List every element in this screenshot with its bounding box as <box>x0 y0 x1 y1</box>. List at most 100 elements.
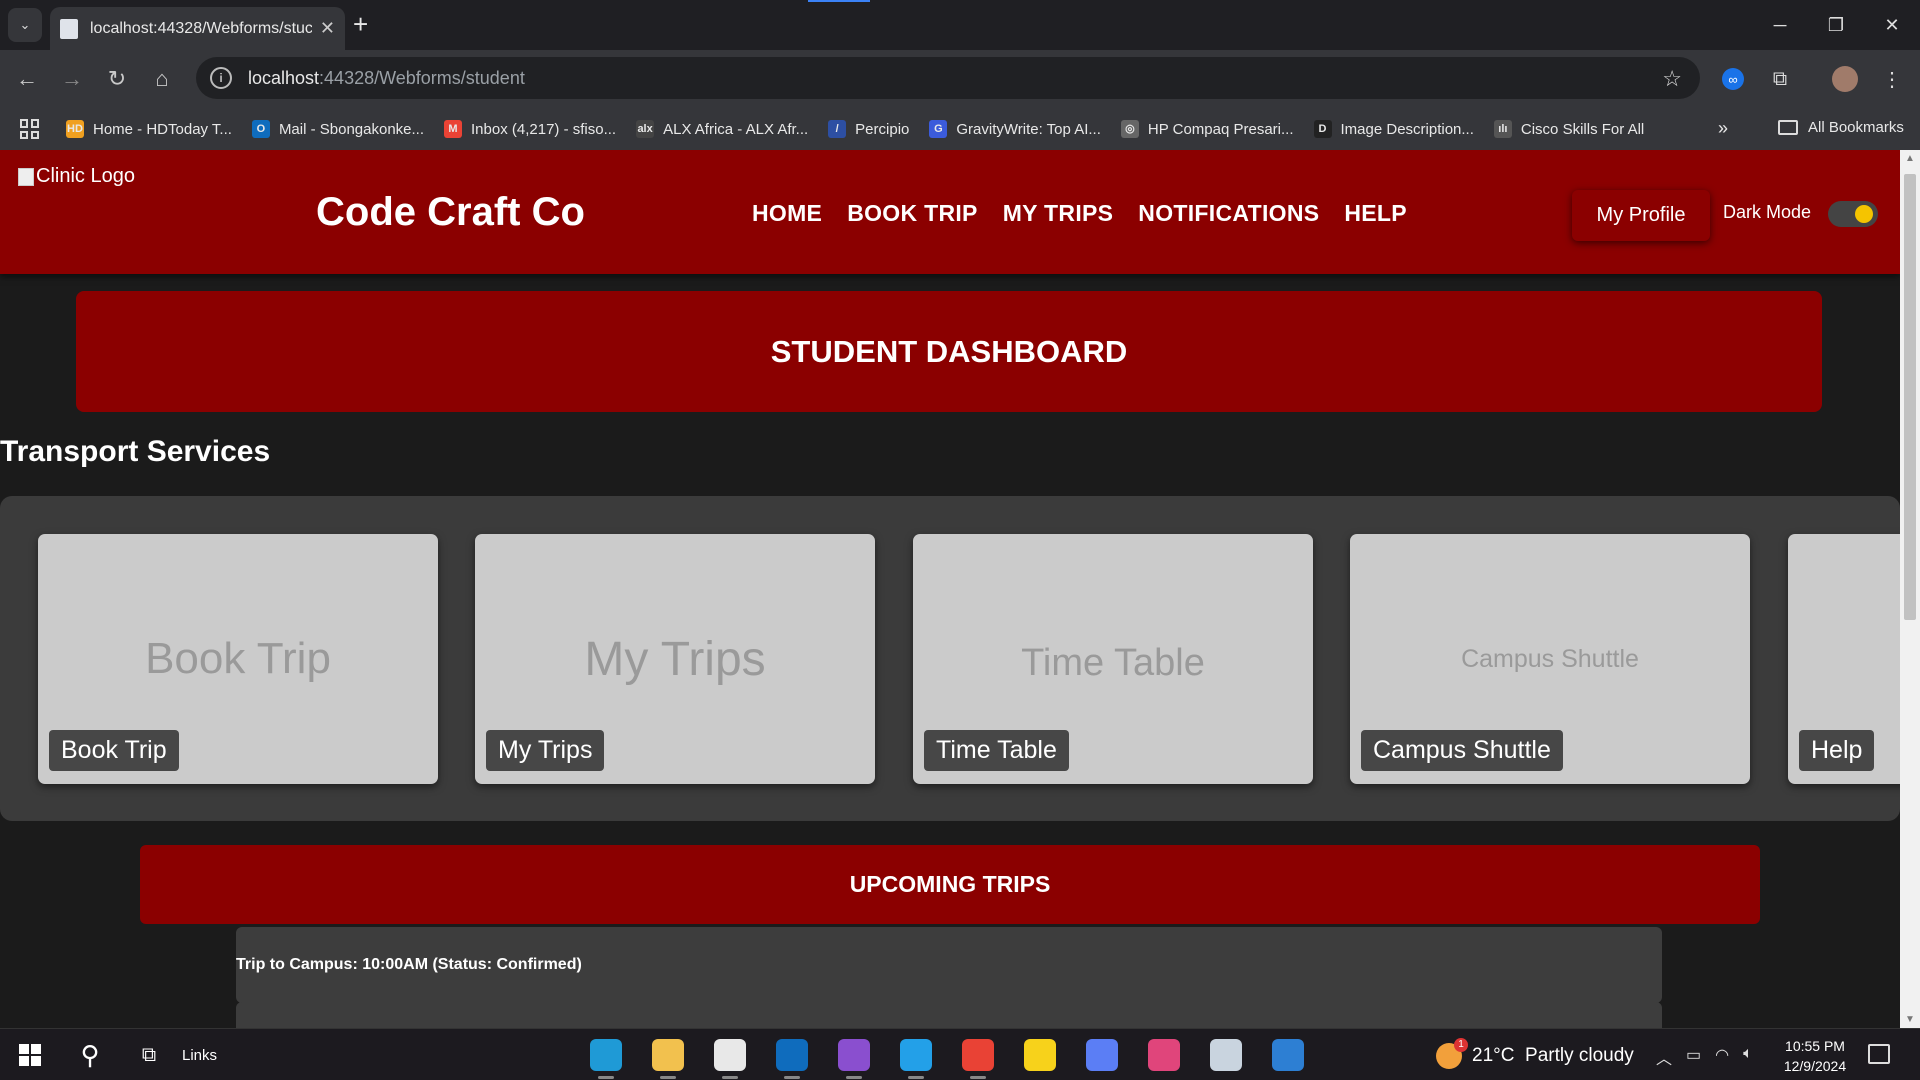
running-indicator <box>598 1076 614 1079</box>
windows-start-icon[interactable] <box>14 1039 46 1071</box>
scrollbar-thumb[interactable] <box>1904 174 1916 620</box>
battery-icon[interactable]: ▭ <box>1686 1045 1701 1069</box>
extensions-puzzle-icon[interactable]: ⧉ <box>1766 65 1794 93</box>
nav-home[interactable]: HOME <box>752 200 822 227</box>
vscode-icon[interactable] <box>900 1039 932 1079</box>
bookmark-label: HP Compaq Presari... <box>1147 120 1294 138</box>
printer-app-icon[interactable] <box>1210 1039 1242 1071</box>
sticky-notes-icon[interactable] <box>1024 1039 1056 1071</box>
tab-title: localhost:44328/Webforms/stuc <box>90 19 312 37</box>
nav-help[interactable]: HELP <box>1344 200 1407 227</box>
running-indicator <box>784 1076 800 1079</box>
service-card-my-trips[interactable]: My Trips My Trips <box>475 534 875 784</box>
new-tab-button[interactable]: + <box>353 10 368 38</box>
reload-icon[interactable]: ↻ <box>102 64 132 94</box>
browser-toolbar: ← → ↻ ⌂ i localhost:44328/Webforms/stude… <box>0 50 1920 108</box>
bookmark-star-icon[interactable]: ☆ <box>1662 66 1682 92</box>
back-arrow-icon[interactable]: ← <box>12 64 42 94</box>
bookmark-item[interactable]: HD Home - HDToday T... <box>66 120 232 138</box>
weather-badge: 1 <box>1454 1038 1468 1052</box>
photos-icon[interactable] <box>1272 1039 1304 1071</box>
bookmark-favicon-icon: alx <box>636 120 655 138</box>
upcoming-trips-title: UPCOMING TRIPS <box>140 845 1760 924</box>
broken-image-icon <box>18 167 34 186</box>
all-bookmarks-label: All Bookmarks <box>1808 119 1904 136</box>
service-card-campus-shuttle[interactable]: Campus Shuttle Campus Shuttle <box>1350 534 1750 784</box>
restore-icon[interactable]: ❐ <box>1808 0 1864 50</box>
tab-search-button[interactable]: ⌄ <box>8 8 42 42</box>
brand-name: Code Craft Co <box>316 190 585 234</box>
running-indicator <box>908 1076 924 1079</box>
visual-studio-icon[interactable] <box>838 1039 870 1079</box>
snipping-tool-icon[interactable] <box>1148 1039 1180 1071</box>
links-toolbar[interactable]: Links <box>182 1039 217 1071</box>
bookmark-item[interactable]: alx ALX Africa - ALX Afr... <box>636 120 808 138</box>
bookmark-item[interactable]: ◎ HP Compaq Presari... <box>1120 120 1294 138</box>
bookmark-item[interactable]: G GravityWrite: Top AI... <box>929 120 1101 138</box>
dashboard-title: STUDENT DASHBOARD <box>76 291 1822 412</box>
home-icon[interactable]: ⌂ <box>147 64 177 94</box>
service-card-time-table[interactable]: Time Table Time Table <box>913 534 1313 784</box>
browser-menu-icon[interactable]: ⋮ <box>1878 65 1906 93</box>
bookmark-item[interactable]: M Inbox (4,217) - sfiso... <box>444 120 616 138</box>
search-icon[interactable]: ⚲ <box>74 1039 106 1071</box>
bookmarks-bar: HD Home - HDToday T... O Mail - Sbongakonke… <box>0 108 1920 150</box>
profile-avatar[interactable] <box>1832 66 1858 92</box>
bookmark-favicon-icon: G <box>929 120 948 138</box>
loading-indicator <box>808 0 870 2</box>
notification-center-icon[interactable] <box>1868 1044 1890 1064</box>
more-bookmarks-icon[interactable]: » <box>1718 118 1728 139</box>
card-caption: Campus Shuttle <box>1361 730 1563 771</box>
scroll-up-icon[interactable]: ▲ <box>1905 153 1915 164</box>
bookmark-favicon-icon: ◎ <box>1120 120 1139 138</box>
bookmark-item[interactable]: ılı Cisco Skills For All <box>1493 120 1644 138</box>
my-profile-button[interactable]: My Profile <box>1572 190 1710 241</box>
bookmark-list: HD Home - HDToday T... O Mail - Sbongakonke… <box>66 120 1664 138</box>
wifi-icon[interactable]: ◠ <box>1715 1045 1729 1069</box>
nav-book-trip[interactable]: BOOK TRIP <box>847 200 977 227</box>
apps-grid-icon[interactable] <box>20 119 40 139</box>
weather-temp: 21°C <box>1472 1045 1515 1066</box>
browser-tab-active[interactable]: localhost:44328/Webforms/stuc ✕ <box>50 7 345 50</box>
window-controls: ─ ❐ ✕ <box>1752 0 1920 50</box>
all-bookmarks-button[interactable]: All Bookmarks <box>1778 119 1904 136</box>
system-clock[interactable]: 10:55 PM 12/9/2024 <box>1778 1036 1852 1076</box>
dark-mode-label: Dark Mode <box>1723 202 1812 222</box>
volume-icon[interactable]: 🔈︎ <box>1743 1045 1753 1069</box>
microsoft-store-icon[interactable] <box>714 1039 746 1079</box>
scroll-down-icon[interactable]: ▼ <box>1905 1014 1915 1025</box>
task-view-icon[interactable]: ⧉ <box>134 1039 164 1071</box>
bookmark-favicon-icon: / <box>828 120 847 138</box>
close-window-icon[interactable]: ✕ <box>1864 0 1920 50</box>
bookmark-label: GravityWrite: Top AI... <box>956 120 1101 138</box>
card-caption: My Trips <box>486 730 605 771</box>
weather-widget[interactable]: 1 21°C Partly cloudy <box>1436 1038 1634 1069</box>
clinic-logo[interactable]: Clinic Logo <box>18 165 135 188</box>
address-bar[interactable]: i localhost:44328/Webforms/student ☆ <box>196 57 1700 99</box>
extension-infinity-icon[interactable]: ∞ <box>1722 68 1744 90</box>
main-nav: HOME BOOK TRIP MY TRIPS NOTIFICATIONS HE… <box>752 200 1407 227</box>
service-card-help[interactable]: Help <box>1788 534 1900 784</box>
bookmark-label: Mail - Sbongakonke... <box>278 120 425 138</box>
card-caption: Book Trip <box>49 730 179 771</box>
running-indicator <box>722 1076 738 1079</box>
file-explorer-icon[interactable] <box>652 1039 684 1079</box>
forward-arrow-icon[interactable]: → <box>57 64 87 94</box>
bookmark-item[interactable]: O Mail - Sbongakonke... <box>251 120 425 138</box>
site-info-icon[interactable]: i <box>210 67 232 89</box>
outlook-icon[interactable] <box>776 1039 808 1079</box>
nav-my-trips[interactable]: MY TRIPS <box>1003 200 1114 227</box>
paint-icon[interactable] <box>1086 1039 1118 1071</box>
minimize-icon[interactable]: ─ <box>1752 0 1808 50</box>
edge-icon[interactable] <box>590 1039 622 1079</box>
service-card-book-trip[interactable]: Book Trip Book Trip <box>38 534 438 784</box>
bookmark-item[interactable]: / Percipio <box>828 120 909 138</box>
dark-mode-toggle[interactable] <box>1828 201 1878 227</box>
bookmark-item[interactable]: D Image Description... <box>1313 120 1474 138</box>
show-hidden-icons-icon[interactable]: ︿ <box>1656 1045 1672 1069</box>
nav-notifications[interactable]: NOTIFICATIONS <box>1138 200 1319 227</box>
bookmark-favicon-icon: O <box>251 120 270 138</box>
page-scrollbar[interactable]: ▲ ▼ <box>1900 150 1920 1028</box>
close-tab-icon[interactable]: ✕ <box>320 18 335 39</box>
chrome-icon[interactable] <box>962 1039 994 1079</box>
